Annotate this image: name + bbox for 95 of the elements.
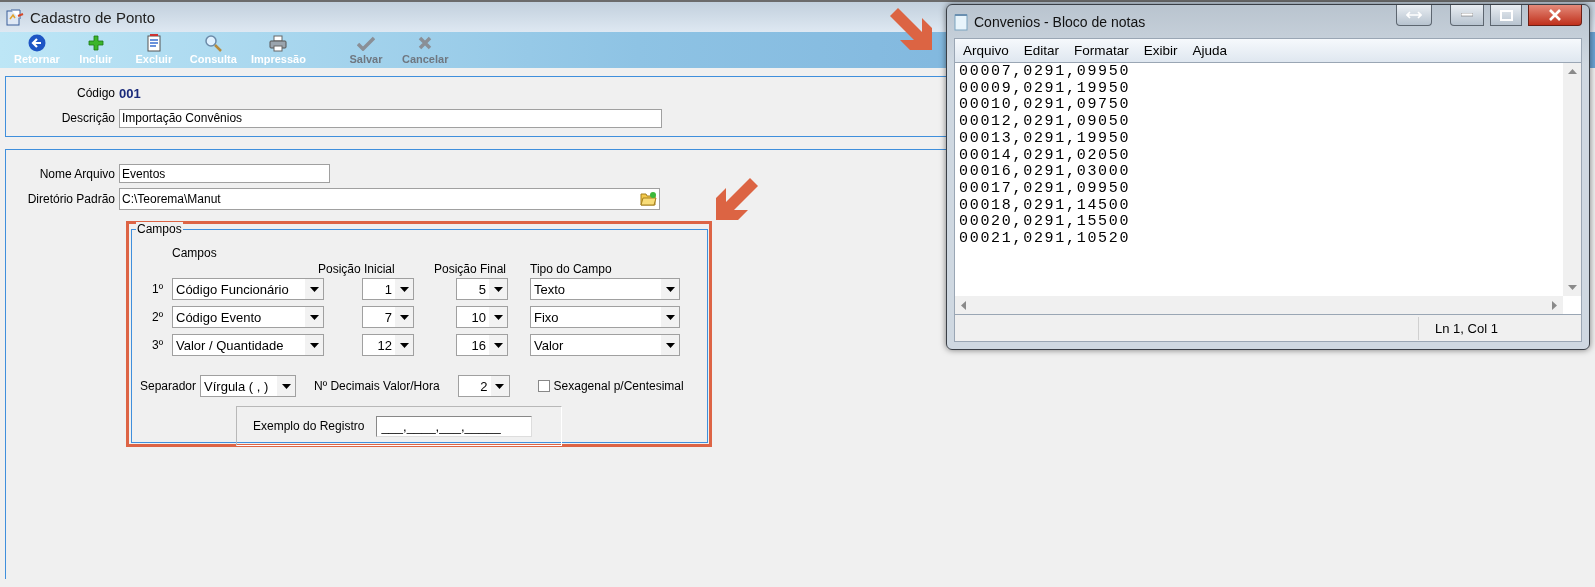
field-label: Separador bbox=[140, 379, 197, 393]
select-field[interactable]: Vírgula ( , ) bbox=[200, 375, 297, 397]
row-number: 1º bbox=[152, 282, 165, 296]
select-field[interactable]: 5 bbox=[456, 278, 508, 300]
caret-icon bbox=[665, 286, 675, 292]
field-value: C:\Teorema\Manut bbox=[122, 191, 221, 206]
checkbox-label: Sexagenal p/Centesimal bbox=[553, 379, 684, 393]
minimize-button[interactable] bbox=[1450, 5, 1484, 26]
up-arrow-icon[interactable] bbox=[1567, 69, 1577, 74]
field-label: Exemplo do Registro bbox=[253, 419, 365, 433]
column-header: Tipo do Campo bbox=[530, 262, 613, 276]
row-number: 2º bbox=[152, 310, 165, 324]
input-field[interactable]: Importação Convênios bbox=[119, 108, 662, 128]
text-line: 00012,0291,09050 bbox=[959, 114, 1132, 131]
folder-icon[interactable] bbox=[640, 191, 657, 206]
select-field[interactable]: 2 bbox=[457, 375, 510, 397]
menu-item[interactable]: Editar bbox=[1023, 43, 1060, 58]
status-text: Ln 1, Col 1 bbox=[1418, 316, 1581, 340]
column-header: Posição Inicial bbox=[318, 262, 395, 276]
select-field[interactable]: Código Evento bbox=[172, 306, 324, 328]
arrow-icon bbox=[890, 8, 934, 52]
switch-window-button[interactable] bbox=[1396, 5, 1432, 26]
group-title: Campos bbox=[136, 222, 183, 236]
select-field[interactable]: Valor bbox=[530, 334, 680, 356]
close-icon bbox=[1548, 9, 1562, 21]
select-field[interactable]: Valor / Quantidade bbox=[172, 334, 324, 356]
text-line: 00016,0291,03000 bbox=[959, 164, 1132, 181]
check-icon bbox=[356, 35, 375, 51]
caret-icon bbox=[493, 286, 503, 292]
caret-icon bbox=[399, 286, 409, 292]
select-field[interactable]: 7 bbox=[362, 306, 414, 328]
text-line: 00009,0291,19950 bbox=[959, 80, 1132, 98]
printer-icon bbox=[269, 34, 288, 52]
minimize-icon bbox=[1461, 13, 1473, 17]
caret-icon bbox=[665, 314, 675, 320]
down-arrow-icon[interactable] bbox=[1567, 285, 1577, 290]
menu-item[interactable]: Formatar bbox=[1074, 43, 1129, 58]
caret-icon bbox=[309, 286, 319, 292]
caret-icon bbox=[281, 383, 291, 389]
input-field[interactable]: C:\Teorema\Manut bbox=[119, 187, 660, 210]
menu-item[interactable]: Ajuda bbox=[1192, 43, 1228, 58]
field-label: Nº Decimais Valor/Hora bbox=[314, 379, 440, 393]
notepad-icon bbox=[954, 12, 968, 31]
select-field[interactable]: 12 bbox=[362, 334, 414, 356]
search-icon bbox=[204, 34, 223, 52]
select-field[interactable]: 10 bbox=[456, 306, 508, 328]
caret-icon bbox=[399, 342, 409, 348]
caret-icon bbox=[399, 314, 409, 320]
caret-icon bbox=[493, 314, 503, 320]
window-title: Convenios - Bloco de notas bbox=[974, 13, 1146, 30]
menu-item[interactable]: Exibir bbox=[1143, 43, 1178, 58]
input-field[interactable]: ___,____,___,_____ bbox=[376, 415, 533, 437]
column-header: Campos bbox=[172, 246, 218, 260]
horizontal-scrollbar[interactable] bbox=[955, 296, 1563, 314]
double-arrow-icon bbox=[1406, 11, 1422, 19]
select-field[interactable]: Fixo bbox=[530, 306, 680, 328]
caret-icon bbox=[495, 383, 505, 389]
menu-item[interactable]: Arquivo bbox=[963, 43, 1009, 58]
caret-icon bbox=[493, 342, 503, 348]
left-arrow-icon[interactable] bbox=[961, 300, 966, 310]
maximize-button[interactable] bbox=[1490, 5, 1522, 26]
select-field[interactable]: 16 bbox=[456, 334, 508, 356]
text-line: 00017,0291,09950 bbox=[959, 180, 1132, 198]
cross-icon bbox=[418, 36, 433, 50]
select-field[interactable]: Código Funcionário bbox=[172, 278, 324, 300]
text-line: 00007,0291,09950 bbox=[959, 64, 1132, 81]
row-number: 3º bbox=[152, 338, 165, 352]
text-line: 00013,0291,19950 bbox=[959, 130, 1132, 148]
arrow-icon bbox=[714, 178, 758, 222]
select-field[interactable]: Texto bbox=[530, 278, 680, 300]
caret-icon bbox=[309, 314, 319, 320]
text-line: 00010,0291,09750 bbox=[959, 97, 1132, 115]
caret-icon bbox=[665, 342, 675, 348]
text-line: 00020,0291,15500 bbox=[959, 214, 1132, 232]
text-line: 00021,0291,10520 bbox=[959, 231, 1132, 248]
field-label: Diretório Padrão bbox=[26, 191, 116, 206]
plus-icon bbox=[87, 35, 104, 51]
document-icon bbox=[145, 34, 162, 52]
checkbox[interactable] bbox=[537, 380, 550, 392]
maximize-icon bbox=[1499, 9, 1513, 21]
vertical-scrollbar[interactable] bbox=[1563, 63, 1581, 296]
app-icon bbox=[6, 8, 24, 26]
column-header: Posição Final bbox=[434, 262, 507, 276]
input-field[interactable]: Eventos bbox=[119, 164, 330, 183]
text-line: 00014,0291,02050 bbox=[959, 147, 1132, 165]
code-value: 001 bbox=[119, 85, 142, 101]
right-arrow-icon[interactable] bbox=[1552, 300, 1557, 310]
window-title: Cadastro de Ponto bbox=[30, 8, 156, 26]
field-label: Código bbox=[75, 86, 116, 100]
close-button[interactable] bbox=[1528, 5, 1582, 26]
caret-icon bbox=[309, 342, 319, 348]
text-line: 00018,0291,14500 bbox=[959, 197, 1132, 215]
select-field[interactable]: 1 bbox=[362, 278, 414, 300]
field-label: Nome Arquivo bbox=[38, 166, 116, 181]
field-label: Descrição bbox=[60, 111, 116, 125]
